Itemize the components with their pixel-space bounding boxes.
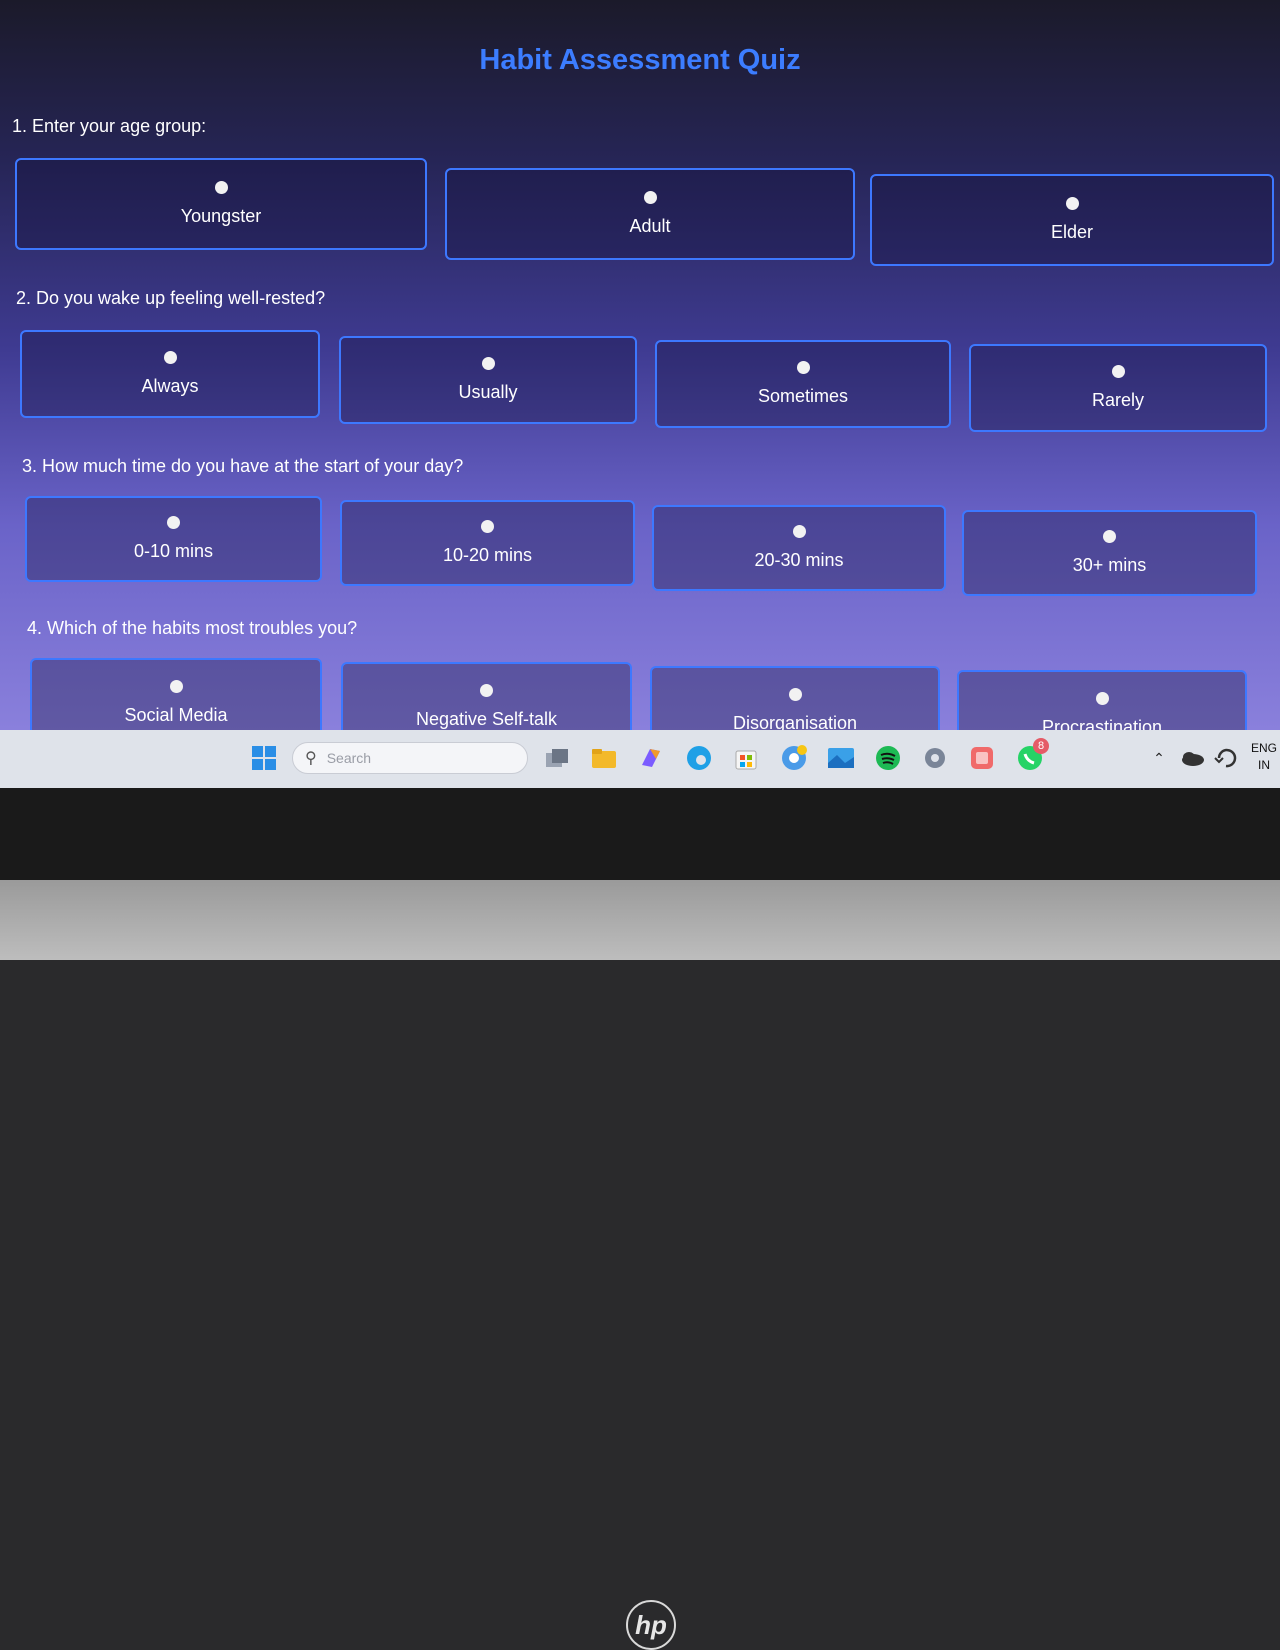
option-youngster[interactable]: Youngster [15,158,427,250]
radio-button[interactable] [1095,692,1109,705]
question-2-text: 2. Do you wake up feeling well-rested? [16,288,326,308]
radio-button[interactable] [643,191,657,204]
option-10-20-mins[interactable]: 10-20 mins [340,500,635,586]
option-adult[interactable]: Adult [445,168,855,260]
radio-button[interactable] [1111,365,1125,378]
search-icon: ⚲ [305,750,317,767]
radio-button[interactable] [1103,530,1116,543]
option-label: 30+ mins [1072,555,1147,575]
option-rarely[interactable]: Rarely [969,344,1267,432]
option-sometimes[interactable]: Sometimes [655,340,951,428]
option-label: Social Media [124,705,228,725]
copilot-icon[interactable] [637,744,665,772]
option-label: 0-10 mins [133,541,214,561]
settings-icon[interactable] [921,744,949,772]
radio-button[interactable] [796,361,810,374]
task-view-icon[interactable] [543,744,571,772]
taskbar: ⚲ Search 8 ⌃ ENG IN [0,730,1280,788]
option-label: Youngster [180,206,262,226]
page-title: Habit Assessment Quiz [479,44,801,76]
whatsapp-icon[interactable]: 8 [1015,738,1049,772]
windows-start-icon[interactable] [250,744,278,772]
question-4-text: 4. Which of the habits most troubles you… [27,618,358,638]
option-disorganisation[interactable]: Disorganisation [650,666,940,730]
question-1-text: 1. Enter your age group: [12,116,207,136]
question-3-text: 3. How much time do you have at the star… [22,456,464,476]
search-placeholder: Search [326,750,372,766]
option-label: Usually [458,382,518,402]
store-icon[interactable] [732,744,760,772]
radio-button[interactable] [214,181,228,194]
language-indicator[interactable]: ENG IN [1248,740,1280,774]
onedrive-icon[interactable] [1178,744,1206,772]
option-label: Adult [629,216,671,236]
option-30-plus-mins[interactable]: 30+ mins [962,510,1257,596]
option-negative-self-talk[interactable]: Negative Self-talk [341,662,632,730]
radio-button[interactable] [788,688,802,701]
option-label: 10-20 mins [442,545,533,565]
option-label: 20-30 mins [754,550,844,570]
radio-button[interactable] [163,351,177,364]
option-label: Negative Self-talk [415,709,558,729]
option-always[interactable]: Always [20,330,320,418]
radio-button[interactable] [169,680,183,693]
language-code: ENG [1250,741,1277,755]
notification-badge: 8 [1033,738,1049,754]
option-label: Procrastination [1041,717,1163,730]
radio-button[interactable] [792,525,806,538]
option-label: Rarely [1091,390,1144,410]
option-20-30-mins[interactable]: 20-30 mins [652,505,946,591]
chevron-up-icon[interactable]: ⌃ [1145,744,1173,772]
option-social-media[interactable]: Social Media [30,658,322,730]
option-procrastination[interactable]: Procrastination [957,670,1247,730]
option-label: Elder [1050,222,1094,242]
radio-button[interactable] [481,357,495,370]
region-code: IN [1258,758,1270,772]
laptop-body [0,880,1280,960]
taskbar-search-box[interactable]: ⚲ Search [292,742,528,774]
radio-button[interactable] [167,516,180,529]
edge-icon[interactable] [685,744,713,772]
radio-button[interactable] [1065,197,1079,210]
radio-button[interactable] [481,520,494,533]
radio-button[interactable] [480,684,493,697]
photos-icon[interactable] [827,744,855,772]
option-usually[interactable]: Usually [339,336,637,424]
chrome-icon[interactable] [780,744,808,772]
spotify-icon[interactable] [874,744,902,772]
file-explorer-icon[interactable] [590,744,618,772]
hp-logo: hp [626,1600,676,1650]
sync-icon[interactable] [1212,744,1240,772]
quiz-screen: Habit Assessment Quiz 1. Enter your age … [0,0,1280,730]
option-label: Always [141,376,199,396]
option-0-10-mins[interactable]: 0-10 mins [25,496,322,582]
app-icon[interactable] [968,744,996,772]
option-label: Disorganisation [732,713,858,730]
option-elder[interactable]: Elder [870,174,1274,266]
option-label: Sometimes [757,386,849,406]
